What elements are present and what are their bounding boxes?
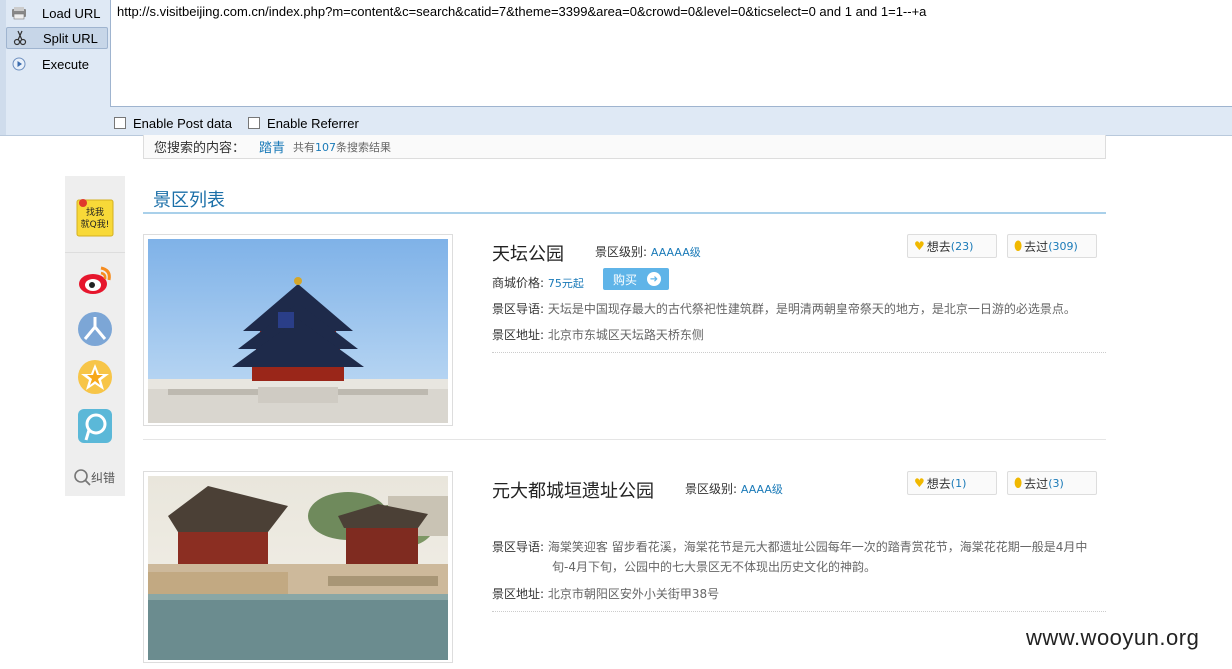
heart-icon: ♥: [914, 476, 925, 490]
want-count: (1): [950, 476, 967, 490]
scenic-photo[interactable]: [143, 234, 453, 426]
referrer-checkbox-box[interactable]: [248, 117, 261, 129]
address-row: 景区地址: 北京市朝阳区安外小关街甲38号: [492, 585, 719, 602]
load-url-icon: [10, 4, 28, 22]
been-label: 去过: [1024, 239, 1049, 254]
list-item: 元大都城垣遗址公园 景区级别: AAAA级 ♥ 想去 (1) ⬮ 去过 (3) …: [143, 471, 1106, 669]
section-divider: [143, 212, 1106, 214]
footprint-icon: ⬮: [1014, 238, 1023, 254]
enable-post-label: Enable Post data: [133, 115, 233, 131]
scenic-level: 景区级别: AAAA级: [685, 480, 783, 497]
arrow-right-icon: ➜: [647, 272, 661, 286]
load-url-label: Load URL: [42, 5, 101, 21]
guide-text: 天坛是中国现存最大的古代祭祀性建筑群，是明清两朝皇帝祭天的地方，是北京一日游的必…: [547, 302, 1076, 316]
been-there-button[interactable]: ⬮ 去过 (3): [1007, 471, 1097, 495]
price-label: 商城价格:: [492, 276, 545, 290]
play-icon: [10, 55, 28, 73]
load-url-button[interactable]: Load URL: [6, 2, 108, 24]
hackbar-options: Enable Post data Enable Referrer: [114, 114, 375, 132]
guide-row: 景区导语: 天坛是中国现存最大的古代祭祀性建筑群，是明清两朝皇帝祭天的地方，是北…: [492, 300, 1076, 317]
scenic-name[interactable]: 天坛公园: [492, 240, 564, 266]
split-url-button[interactable]: Split URL: [6, 27, 108, 49]
level-label: 景区级别:: [685, 482, 738, 496]
find-me-sticker-icon[interactable]: 找我 就Q我!: [75, 198, 115, 238]
want-label: 想去: [926, 476, 951, 491]
dotted-separator: [492, 611, 1106, 612]
watermark: www.wooyun.org: [1026, 625, 1200, 650]
kaixin-icon[interactable]: [75, 406, 115, 446]
been-count: (309): [1048, 239, 1078, 253]
temple-of-heaven-photo: [148, 239, 448, 423]
dotted-separator: [492, 352, 1106, 353]
buy-button[interactable]: 购买 ➜: [603, 268, 669, 290]
execute-button[interactable]: Execute: [6, 53, 108, 75]
report-error-label: 纠错: [91, 470, 116, 485]
address-label: 景区地址:: [492, 587, 545, 601]
guide-label: 景区导语:: [492, 302, 545, 316]
guide-text-line2: 旬-4月下旬，公园中的七大景区无不体现出历史文化的神韵。: [552, 560, 876, 574]
url-textarea[interactable]: http://s.visitbeijing.com.cn/index.php?m…: [110, 0, 1232, 107]
hackbar-actions: Load URL Split URL Execute: [6, 0, 110, 108]
level-label: 景区级别:: [595, 245, 648, 259]
level-value: AAAAA级: [650, 246, 701, 259]
search-summary: 您搜索的内容： 踏青 共有107条搜索结果: [143, 135, 1106, 159]
post-checkbox-box[interactable]: [114, 117, 126, 129]
guide-row: 景区导语: 海棠笑迎客 留步看花溪，海棠花节是元大都遗址公园每年一次的踏青赏花节…: [492, 537, 1106, 577]
heart-icon: ♥: [914, 239, 925, 253]
been-count: (3): [1048, 476, 1064, 490]
url-text: http://s.visitbeijing.com.cn/index.php?m…: [117, 4, 927, 19]
weibo-icon[interactable]: [75, 260, 115, 300]
count-suffix: 条搜索结果: [336, 140, 392, 154]
search-keyword[interactable]: 踏青: [259, 137, 285, 156]
count-number: 107: [315, 140, 337, 154]
count-prefix: 共有: [293, 140, 316, 154]
guide-label: 景区导语:: [492, 540, 545, 554]
address-label: 景区地址:: [492, 328, 545, 342]
scenic-photo[interactable]: [143, 471, 453, 663]
enable-post-checkbox[interactable]: Enable Post data: [114, 116, 232, 131]
enable-referrer-checkbox[interactable]: Enable Referrer: [248, 116, 359, 131]
address-row: 景区地址: 北京市东城区天坛路天桥东侧: [492, 326, 704, 343]
search-label: 您搜索的内容：: [154, 141, 246, 156]
yuan-dadu-park-photo: [148, 476, 448, 660]
level-value: AAAA级: [740, 483, 783, 496]
footprint-icon: ⬮: [1014, 475, 1023, 491]
enable-referrer-label: Enable Referrer: [267, 115, 359, 131]
price-value[interactable]: 75元起: [548, 277, 584, 290]
svg-text:就Q我!: 就Q我!: [81, 218, 110, 230]
split-url-label: Split URL: [43, 30, 98, 46]
address-text: 北京市朝阳区安外小关街甲38号: [547, 587, 720, 601]
item-divider: [143, 439, 1106, 440]
report-error-button[interactable]: 纠错: [73, 468, 115, 486]
hackbar-toolbar: Load URL Split URL Execute http://s.visi…: [0, 0, 1232, 136]
address-text: 北京市东城区天坛路天桥东侧: [547, 328, 704, 342]
want-label: 想去: [926, 239, 951, 254]
scissors-icon: [11, 29, 29, 47]
execute-label: Execute: [42, 56, 89, 72]
share-sidebar: 找我 就Q我! 纠错: [65, 176, 125, 496]
section-title: 景区列表: [153, 190, 225, 211]
been-there-button[interactable]: ⬮ 去过 (309): [1007, 234, 1097, 258]
been-label: 去过: [1024, 476, 1049, 491]
scenic-name[interactable]: 元大都城垣遗址公园: [492, 477, 654, 503]
svg-text:找我: 找我: [86, 206, 104, 218]
renren-icon[interactable]: [75, 309, 115, 349]
buy-label: 购买: [613, 272, 638, 287]
price-row: 商城价格: 75元起: [492, 274, 584, 291]
search-icon: [74, 469, 91, 486]
result-count: 共有107条搜索结果: [293, 139, 391, 155]
qzone-icon[interactable]: [75, 357, 115, 397]
scenic-level: 景区级别: AAAAA级: [595, 243, 701, 260]
want-count: (23): [950, 239, 974, 253]
guide-text-line1: 海棠笑迎客 留步看花溪，海棠花节是元大都遗址公园每年一次的踏青赏花节，海棠花花期…: [547, 540, 1088, 554]
list-item: 天坛公园 景区级别: AAAAA级 ♥ 想去 (23) ⬮ 去过 (309) 商…: [143, 234, 1106, 440]
want-to-go-button[interactable]: ♥ 想去 (23): [907, 234, 997, 258]
want-to-go-button[interactable]: ♥ 想去 (1): [907, 471, 997, 495]
